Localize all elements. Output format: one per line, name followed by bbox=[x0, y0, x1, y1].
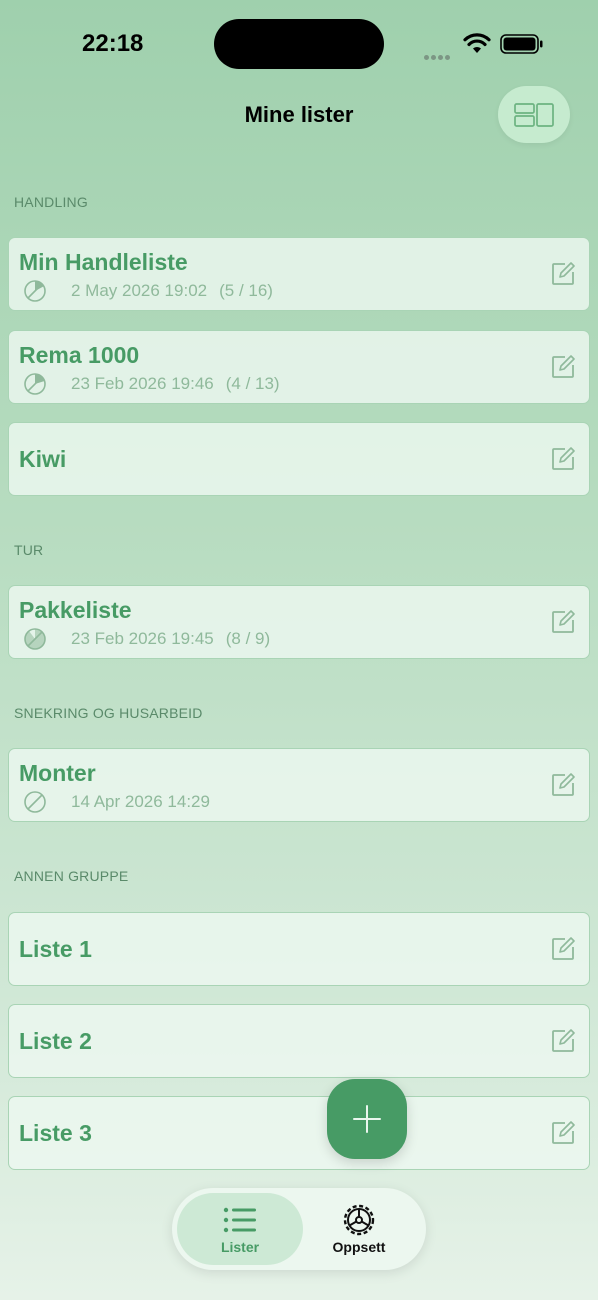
list-item[interactable]: Pakkeliste 23 Feb 2026 19:45 (8 / 9) bbox=[8, 585, 590, 659]
list-title: Pakkeliste bbox=[19, 597, 132, 623]
status-bar: 22:18 bbox=[0, 0, 598, 90]
add-list-button[interactable] bbox=[327, 1079, 407, 1159]
list-title: Rema 1000 bbox=[19, 342, 140, 368]
edit-icon[interactable] bbox=[551, 447, 575, 471]
list-item[interactable]: Monter 14 Apr 2026 14:29 bbox=[8, 748, 590, 822]
battery-icon bbox=[500, 34, 543, 54]
list-icon bbox=[223, 1207, 256, 1233]
list-progress: (4 / 13) bbox=[225, 374, 280, 393]
list-item[interactable]: Liste 1 bbox=[8, 912, 590, 986]
cellular-signal-icon bbox=[424, 47, 452, 65]
tab-lister[interactable]: Lister bbox=[177, 1193, 303, 1265]
list-date: 23 Feb 2026 19:46 bbox=[71, 374, 214, 393]
list-title: Min Handleliste bbox=[19, 249, 188, 275]
list-item[interactable]: Rema 1000 23 Feb 2026 19:46 (4 / 13) bbox=[8, 330, 590, 404]
list-title: Liste 3 bbox=[19, 1120, 92, 1146]
gear-icon bbox=[343, 1204, 375, 1236]
progress-pie-icon bbox=[24, 280, 46, 302]
list-date: 2 May 2026 19:02 bbox=[71, 281, 208, 300]
plus-icon bbox=[353, 1105, 381, 1133]
tab-label: Oppsett bbox=[332, 1239, 386, 1255]
layout-toggle-button[interactable] bbox=[498, 86, 570, 143]
progress-pie-icon bbox=[24, 628, 46, 650]
list-item[interactable]: Kiwi bbox=[8, 422, 590, 496]
list-item[interactable]: Min Handleliste 2 May 2026 19:02 (5 / 16… bbox=[8, 237, 590, 311]
list-date: 23 Feb 2026 19:45 bbox=[71, 629, 214, 648]
list-progress: (8 / 9) bbox=[225, 629, 271, 648]
tab-bar: Lister Oppsett bbox=[172, 1188, 426, 1270]
wifi-icon bbox=[463, 33, 491, 53]
edit-icon[interactable] bbox=[551, 1029, 575, 1053]
list-title: Kiwi bbox=[19, 446, 67, 472]
list-title: Liste 1 bbox=[19, 936, 92, 962]
list-item[interactable]: Liste 3 bbox=[8, 1096, 590, 1170]
section-header-tur: TUR bbox=[14, 542, 44, 558]
layout-toggle-icon bbox=[514, 102, 554, 127]
edit-icon[interactable] bbox=[551, 1121, 575, 1145]
section-header-annen-gruppe: ANNEN GRUPPE bbox=[14, 868, 129, 884]
section-header-snekring: SNEKRING OG HUSARBEID bbox=[14, 705, 203, 721]
list-progress: (5 / 16) bbox=[219, 281, 273, 300]
edit-icon[interactable] bbox=[551, 937, 575, 961]
edit-icon[interactable] bbox=[551, 773, 575, 797]
edit-icon[interactable] bbox=[551, 355, 575, 379]
list-item[interactable]: Liste 2 bbox=[8, 1004, 590, 1078]
progress-pie-icon bbox=[24, 791, 46, 813]
edit-icon[interactable] bbox=[551, 610, 575, 634]
list-title: Liste 2 bbox=[19, 1028, 92, 1054]
progress-pie-icon bbox=[24, 373, 46, 395]
section-header-handling: HANDLING bbox=[14, 194, 88, 210]
dynamic-island bbox=[214, 19, 384, 69]
status-time: 22:18 bbox=[82, 30, 144, 57]
tab-oppsett[interactable]: Oppsett bbox=[296, 1193, 422, 1265]
list-date: 14 Apr 2026 14:29 bbox=[71, 792, 210, 811]
list-title: Monter bbox=[19, 760, 96, 786]
tab-label: Lister bbox=[220, 1239, 260, 1255]
edit-icon[interactable] bbox=[551, 262, 575, 286]
